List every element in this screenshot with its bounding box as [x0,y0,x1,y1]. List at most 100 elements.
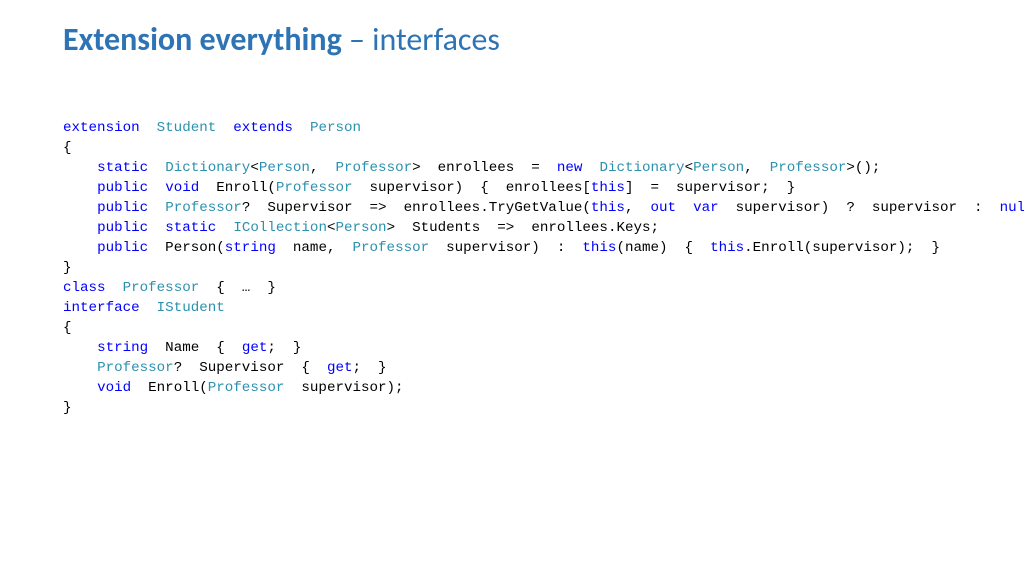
token-type: Professor [276,180,353,196]
token-text [582,160,599,176]
slide-title: Extension everything – interfaces [63,22,500,57]
token-type: Dictionary [599,160,684,176]
token-text: supervisor) ? supervisor : [719,200,1000,216]
token-text [63,340,97,356]
token-text [216,120,233,136]
token-text: ? Supervisor { [174,360,327,376]
token-kw: extension [63,120,140,136]
token-type: Student [157,120,217,136]
token-text [676,200,693,216]
title-sep: – [342,20,372,59]
code-line: public Professor? Supervisor => enrollee… [63,198,1004,218]
token-type: ICollection [233,220,327,236]
token-type: Professor [770,160,847,176]
token-kw: public [97,220,148,236]
token-type: Professor [335,160,412,176]
token-text [63,240,97,256]
token-text: Enroll( [131,380,208,396]
token-text [293,120,310,136]
token-text [148,200,165,216]
token-text [106,280,123,296]
token-kw: static [97,160,148,176]
token-text: supervisor); [284,380,403,396]
token-kw: get [327,360,353,376]
token-kw: extends [233,120,293,136]
token-kw: public [97,240,148,256]
code-line: static Dictionary<Person, Professor> enr… [63,158,1004,178]
code-line: public Person(string name, Professor sup… [63,238,1004,258]
token-kw: public [97,200,148,216]
code-line: string Name { get; } [63,338,1004,358]
token-kw: out [651,200,677,216]
token-kw: static [165,220,216,236]
token-text: >(); [846,160,880,176]
code-line: public void Enroll(Professor supervisor)… [63,178,1004,198]
token-kw: new [557,160,583,176]
token-text [148,220,165,236]
token-text: Name { [148,340,242,356]
code-line: class Professor { … } [63,278,1004,298]
token-type: Person [310,120,361,136]
token-text: Person( [148,240,225,256]
code-line: { [63,318,1004,338]
code-line: { [63,138,1004,158]
code-line: } [63,398,1004,418]
token-text: supervisor) : [429,240,582,256]
token-text [63,220,97,236]
token-text [216,220,233,236]
token-text: supervisor) { enrollees[ [353,180,591,196]
token-text [63,380,97,396]
token-text: , [310,160,336,176]
token-text [63,200,97,216]
token-text: Enroll( [199,180,276,196]
token-text: { … } [199,280,276,296]
token-kw: get [242,340,268,356]
code-line: } [63,258,1004,278]
token-text: { [63,140,72,156]
token-text: } [63,400,72,416]
token-text [63,160,97,176]
token-text: < [685,160,694,176]
token-text: .Enroll(supervisor); } [744,240,940,256]
code-line: interface IStudent [63,298,1004,318]
token-kw: interface [63,300,140,316]
token-text [63,180,97,196]
token-text [140,120,157,136]
code-block: extension Student extends Person { static… [63,118,1004,418]
token-kw: string [97,340,148,356]
token-kw: string [225,240,276,256]
token-kw: class [63,280,106,296]
token-text: > enrollees = [412,160,557,176]
token-type: Person [335,220,386,236]
code-line: extension Student extends Person [63,118,1004,138]
token-type: Professor [208,380,285,396]
code-line: public static ICollection<Person> Studen… [63,218,1004,238]
token-text [148,180,165,196]
token-text: ; } [267,340,301,356]
token-type: Professor [123,280,200,296]
token-kw: public [97,180,148,196]
token-kw: this [591,180,625,196]
token-kw: void [97,380,131,396]
token-text: } [63,260,72,276]
token-kw: var [693,200,719,216]
token-text: ] = supervisor; } [625,180,795,196]
token-text [148,160,165,176]
token-text: , [744,160,770,176]
token-type: Person [259,160,310,176]
token-text: < [250,160,259,176]
title-bold: Extension everything [63,20,342,59]
token-text: ; } [352,360,386,376]
token-kw: this [710,240,744,256]
token-text: (name) { [616,240,710,256]
token-text [140,300,157,316]
token-type: Professor [165,200,242,216]
token-kw: this [591,200,625,216]
token-type: Professor [353,240,430,256]
token-type: IStudent [157,300,225,316]
code-line: void Enroll(Professor supervisor); [63,378,1004,398]
token-text: name, [276,240,353,256]
token-kw: this [582,240,616,256]
token-kw: null [1000,200,1024,216]
token-type: Professor [97,360,174,376]
